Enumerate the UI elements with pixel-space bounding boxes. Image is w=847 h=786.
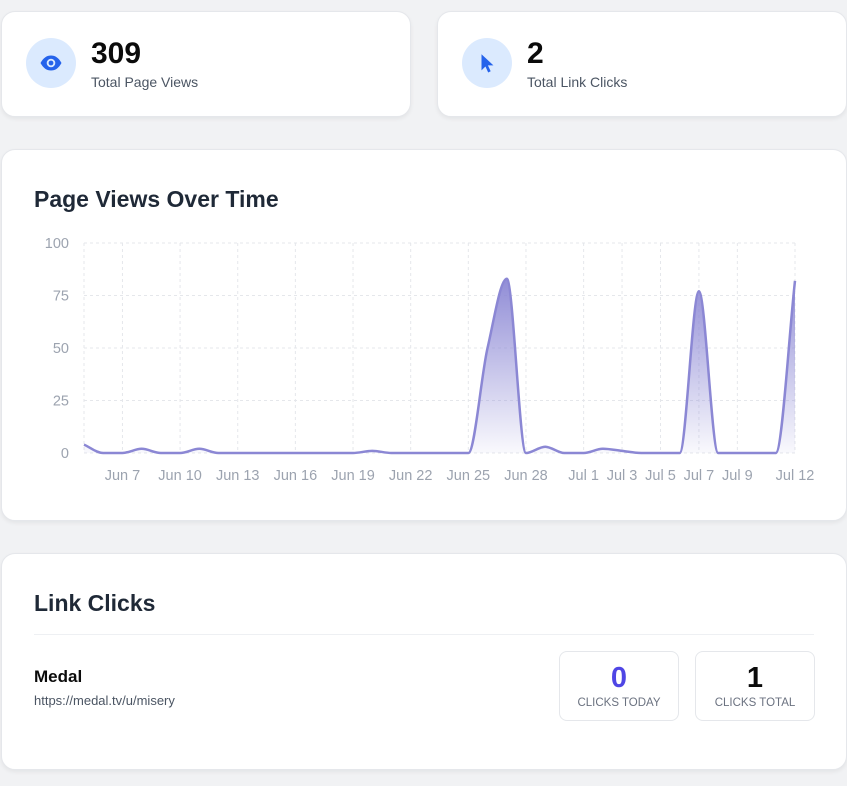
link-clicks-count: 2 xyxy=(527,37,544,70)
y-tick-label: 75 xyxy=(53,289,69,305)
x-tick-label: Jun 25 xyxy=(447,468,491,484)
page-views-count: 309 xyxy=(91,37,142,70)
link-clicks-card: Link Clicks Medal https://medal.tv/u/mis… xyxy=(1,553,847,770)
y-tick-label: 50 xyxy=(53,341,69,357)
clicks-total-label: CLICKS TOTAL xyxy=(714,697,796,709)
x-tick-label: Jul 7 xyxy=(684,468,715,484)
y-tick-label: 25 xyxy=(53,394,69,410)
link-clicks-title: Link Clicks xyxy=(34,590,156,616)
y-tick-label: 100 xyxy=(45,236,69,252)
x-tick-label: Jun 22 xyxy=(389,468,433,484)
clicks-today-label: CLICKS TODAY xyxy=(577,697,661,709)
x-tick-label: Jul 1 xyxy=(568,468,599,484)
page-views-label: Total Page Views xyxy=(91,74,199,90)
link-clicks-label: Total Link Clicks xyxy=(527,74,628,90)
x-tick-label: Jun 10 xyxy=(158,468,202,484)
eye-icon xyxy=(26,38,76,88)
x-tick-label: Jul 3 xyxy=(607,468,638,484)
x-tick-label: Jun 13 xyxy=(216,468,260,484)
x-tick-label: Jul 5 xyxy=(645,468,676,484)
clicks-today-value: 0 xyxy=(610,662,628,694)
x-tick-label: Jun 16 xyxy=(274,468,318,484)
x-tick-label: Jul 12 xyxy=(776,468,815,484)
divider xyxy=(34,634,814,635)
link-name: Medal xyxy=(34,667,83,686)
link-url[interactable]: https://medal.tv/u/misery xyxy=(34,693,175,708)
x-tick-label: Jun 7 xyxy=(105,468,140,484)
stat-card-page-views: 309 Total Page Views xyxy=(1,11,411,117)
clicks-total-value: 1 xyxy=(746,662,764,694)
series-area xyxy=(84,278,795,453)
y-tick-label: 0 xyxy=(61,446,69,462)
x-tick-label: Jul 9 xyxy=(722,468,753,484)
x-tick-label: Jun 28 xyxy=(504,468,548,484)
page-views-chart: 0 25 50 75 100 Jun 7 Jun 10 Jun 13 Jun 16 Jun 19 J… xyxy=(45,236,815,484)
clicks-today-box: 0 CLICKS TODAY xyxy=(559,651,679,721)
x-tick-label: Jun 19 xyxy=(331,468,375,484)
page-views-card: Page Views Over Time 0 25 50 75 100 Jun 7 Jun … xyxy=(1,149,847,521)
stat-card-link-clicks: 2 Total Link Clicks xyxy=(437,11,847,117)
cursor-icon xyxy=(462,38,512,88)
clicks-total-box: 1 CLICKS TOTAL xyxy=(695,651,815,721)
